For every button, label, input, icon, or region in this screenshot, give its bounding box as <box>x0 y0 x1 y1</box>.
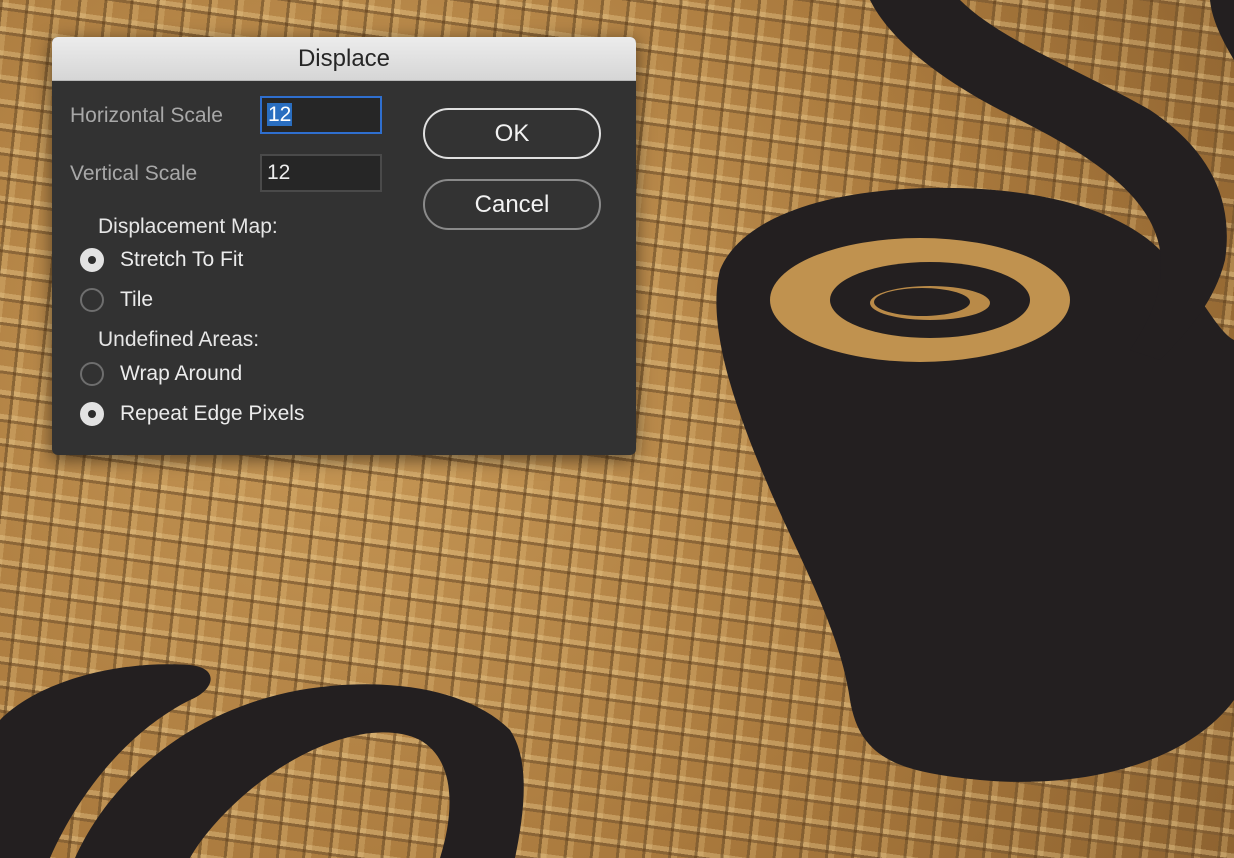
horizontal-scale-value: 12 <box>267 103 293 126</box>
dialog-title: Displace <box>297 45 391 72</box>
radio-label: Stretch To Fit <box>120 248 244 271</box>
radio-stretch-to-fit[interactable]: Stretch To Fit <box>80 246 243 274</box>
horizontal-scale-input[interactable]: 12 <box>260 96 382 134</box>
radio-label: Tile <box>120 288 154 311</box>
displace-dialog: Displace Horizontal Scale 12 Vertical Sc… <box>52 37 636 455</box>
ok-button[interactable]: OK <box>423 108 601 159</box>
radio-tile[interactable]: Tile <box>80 286 153 314</box>
undefined-areas-heading: Undefined Areas: <box>98 328 260 351</box>
radio-unchecked-icon <box>80 362 104 386</box>
steam-swirl-right <box>1210 0 1234 60</box>
radio-unchecked-icon <box>80 288 104 312</box>
radio-label: Repeat Edge Pixels <box>120 402 305 425</box>
spiral-cutout <box>770 238 1070 362</box>
radio-repeat-edge-pixels[interactable]: Repeat Edge Pixels <box>80 400 304 428</box>
horizontal-scale-label: Horizontal Scale <box>70 104 223 127</box>
radio-wrap-around[interactable]: Wrap Around <box>80 360 242 388</box>
radio-checked-icon <box>80 402 104 426</box>
cancel-button[interactable]: Cancel <box>423 179 601 230</box>
vertical-scale-input[interactable]: 12 <box>260 154 382 192</box>
displacement-map-heading: Displacement Map: <box>98 215 278 238</box>
vertical-scale-value: 12 <box>267 161 291 184</box>
radio-checked-icon <box>80 248 104 272</box>
radio-label: Wrap Around <box>120 362 243 385</box>
dialog-titlebar[interactable]: Displace <box>52 37 636 81</box>
vertical-scale-label: Vertical Scale <box>70 162 198 185</box>
